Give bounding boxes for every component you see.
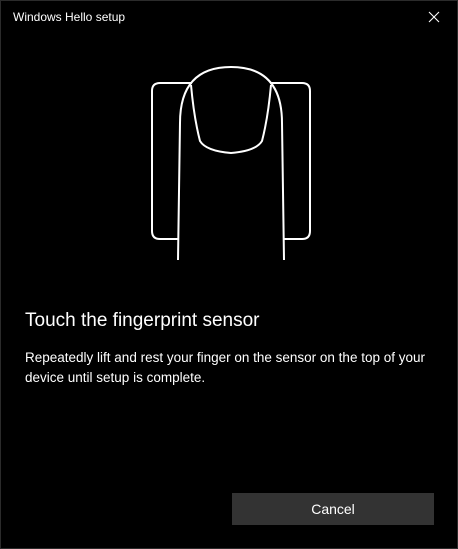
finger-on-sensor-icon <box>151 65 311 261</box>
fingernail <box>190 84 272 155</box>
device-outline <box>151 82 192 240</box>
close-icon <box>428 11 440 23</box>
finger-outline <box>177 65 285 261</box>
dialog-window: Windows Hello setup Touch the fingerprin… <box>0 0 458 549</box>
cancel-button[interactable]: Cancel <box>232 493 434 525</box>
instructions-text: Repeatedly lift and rest your finger on … <box>25 350 425 385</box>
close-button[interactable] <box>411 1 457 33</box>
title-bar: Windows Hello setup <box>1 1 457 33</box>
window-title: Windows Hello setup <box>13 10 126 24</box>
page-title: Touch the fingerprint sensor <box>25 310 260 331</box>
